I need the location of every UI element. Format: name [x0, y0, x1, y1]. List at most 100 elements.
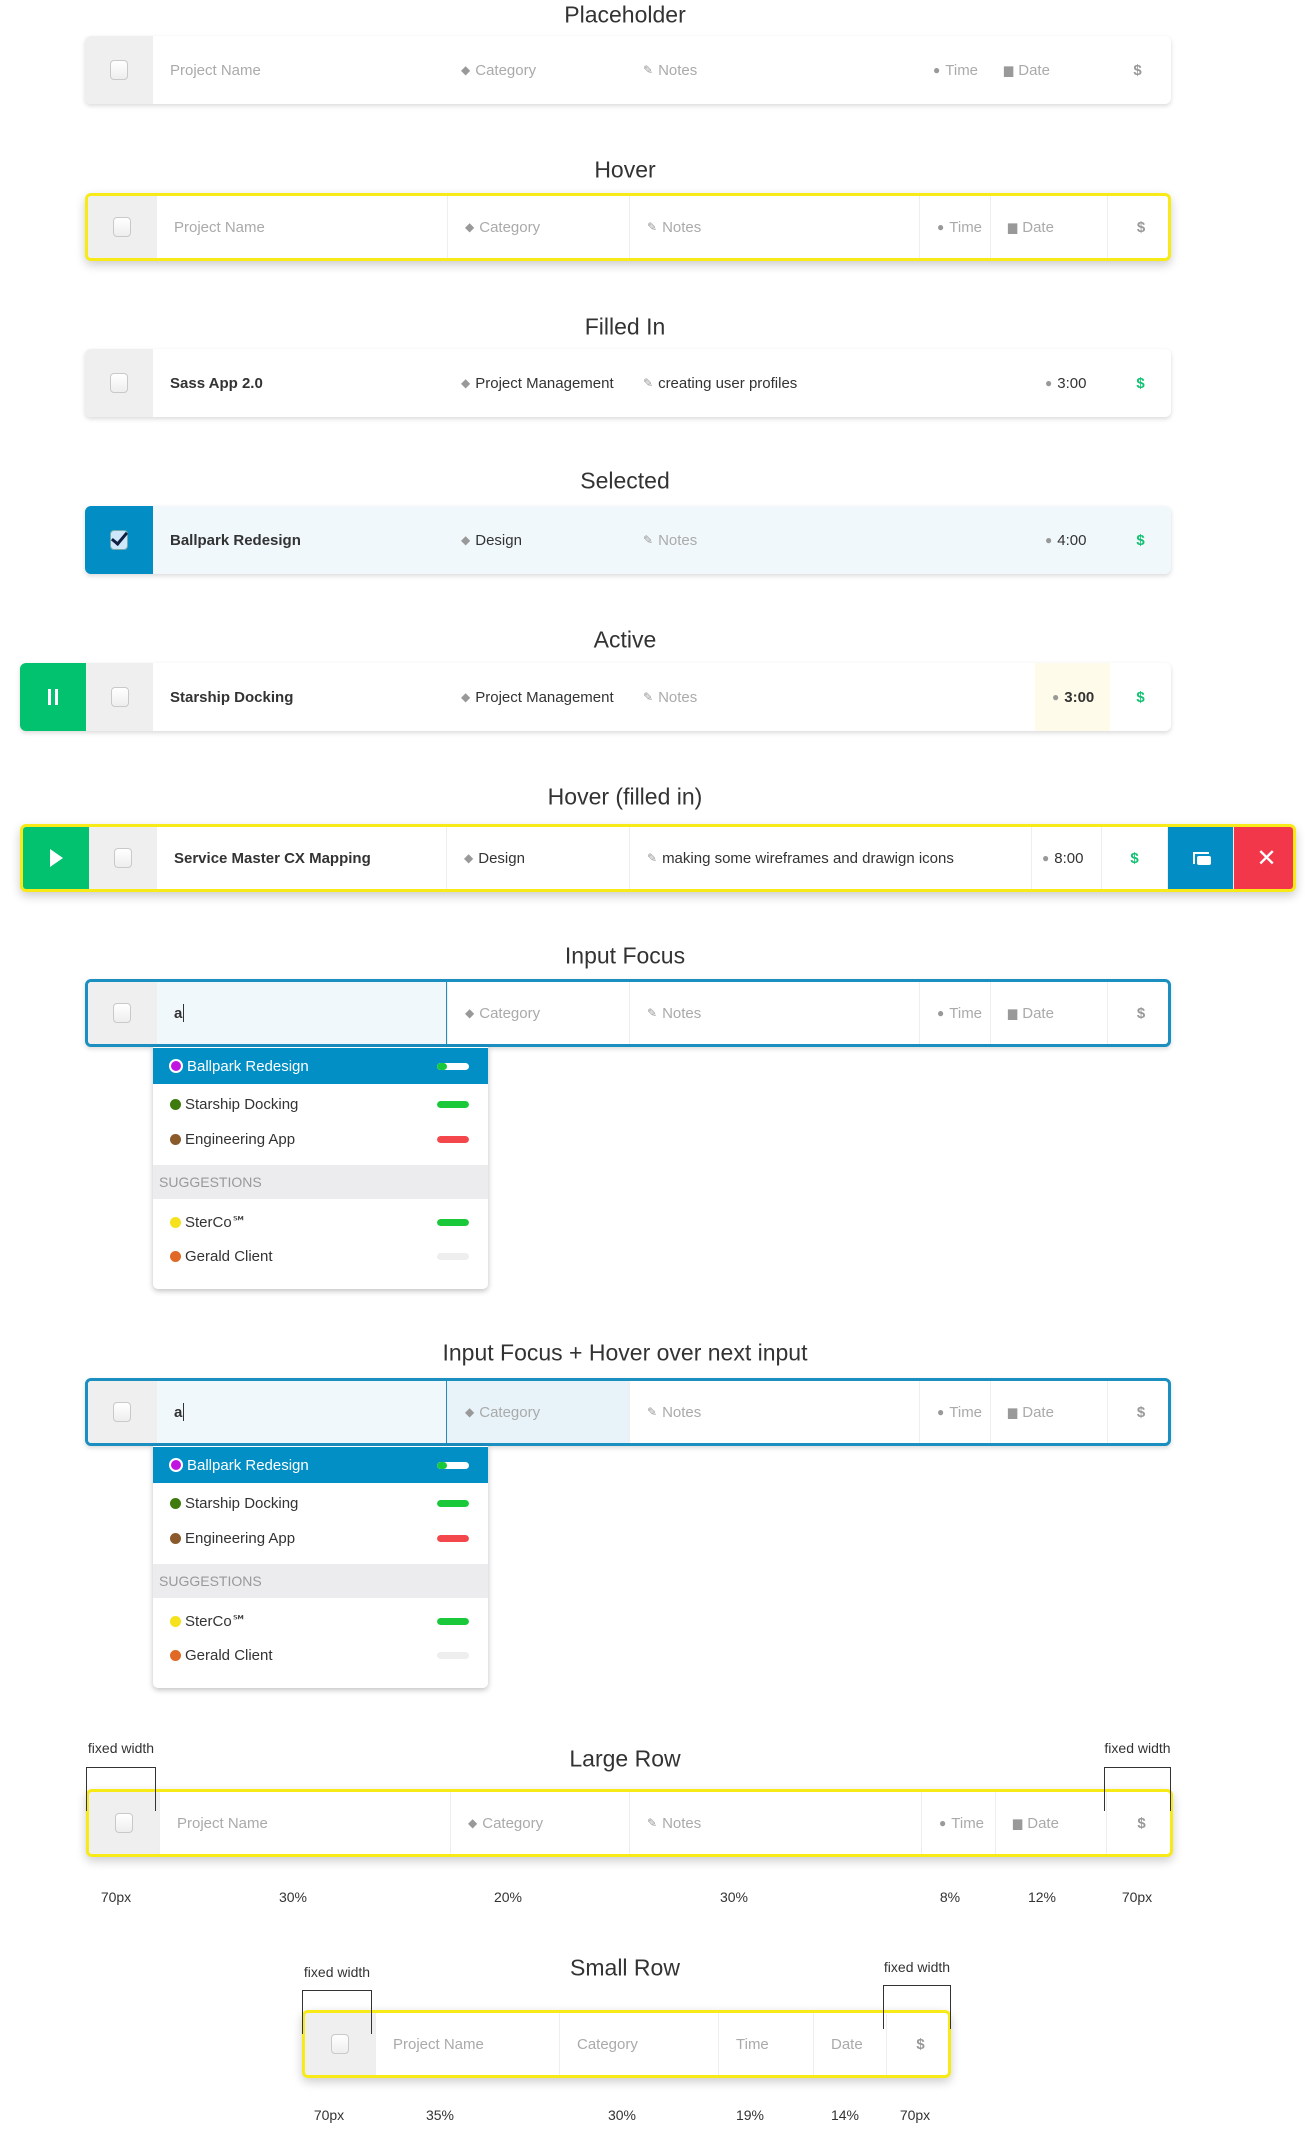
project-color-dot: [170, 1532, 181, 1544]
category-field[interactable]: ◆ Category: [450, 1792, 629, 1854]
category-field[interactable]: ◆ Design: [444, 506, 626, 574]
money-field[interactable]: $: [1107, 196, 1168, 258]
date-field[interactable]: Date: [813, 2013, 886, 2075]
notes-text: Notes: [662, 1403, 702, 1421]
checkbox-cell[interactable]: [86, 663, 153, 731]
option-label: SterCo℠: [185, 1613, 247, 1630]
time-field[interactable]: ● Time: [921, 1792, 995, 1854]
checkbox-cell[interactable]: [88, 1381, 156, 1443]
notes-field[interactable]: ✎ Notes: [626, 36, 916, 104]
checkbox[interactable]: [115, 1813, 133, 1833]
notes-field[interactable]: ✎ making some wireframes and drawign icon…: [629, 827, 1031, 889]
money-field[interactable]: $: [1104, 36, 1171, 104]
time-text: Time: [736, 2035, 769, 2053]
checkbox-cell[interactable]: [88, 982, 156, 1044]
notes-field[interactable]: ✎ Notes: [629, 982, 919, 1044]
name-field[interactable]: Starship Docking: [153, 663, 444, 731]
delete-button[interactable]: ✕: [1233, 827, 1293, 889]
category-field[interactable]: Category: [559, 2013, 718, 2075]
notes-field[interactable]: ✎ Notes: [629, 1381, 919, 1443]
time-field[interactable]: ● Time: [916, 36, 987, 104]
notes-field[interactable]: ✎ creating user profiles: [626, 349, 1035, 417]
name-field[interactable]: Sass App 2.0: [153, 349, 444, 417]
money-field[interactable]: $: [1110, 506, 1171, 574]
checkbox[interactable]: [113, 1402, 131, 1422]
time-field[interactable]: Time: [718, 2013, 813, 2075]
checkbox[interactable]: [113, 1003, 131, 1023]
time-field[interactable]: ● 8:00: [1031, 827, 1101, 889]
dropdown-option[interactable]: Gerald Client: [153, 1637, 488, 1673]
money-field[interactable]: $: [1107, 1381, 1168, 1443]
money-field[interactable]: $: [1101, 827, 1167, 889]
money-field[interactable]: $: [1107, 982, 1168, 1044]
notes-field[interactable]: ✎ Notes: [629, 1792, 921, 1854]
notes-field[interactable]: ✎ Notes: [629, 196, 919, 258]
dropdown-option[interactable]: Engineering App: [153, 1520, 488, 1556]
time-text: 3:00: [1057, 374, 1087, 392]
category-field[interactable]: ◆ Design: [446, 827, 629, 889]
dropdown-option[interactable]: Ballpark Redesign: [153, 1048, 488, 1084]
time-field[interactable]: ● 3:00: [1035, 349, 1110, 417]
time-field[interactable]: ● Time: [919, 1381, 990, 1443]
dropdown-option[interactable]: Starship Docking: [153, 1086, 488, 1122]
dropdown-option[interactable]: SterCo℠: [153, 1603, 488, 1639]
checkbox[interactable]: [114, 848, 132, 868]
calendar-icon: ▆: [1013, 1816, 1023, 1830]
name-field[interactable]: a: [156, 982, 447, 1044]
name-field[interactable]: Project Name: [159, 1792, 450, 1854]
checkbox-cell[interactable]: [88, 196, 156, 258]
name-field[interactable]: Ballpark Redesign: [153, 506, 444, 574]
category-field[interactable]: ◆ Category: [447, 1381, 629, 1443]
checkbox[interactable]: [110, 530, 128, 550]
money-field[interactable]: $: [1110, 663, 1171, 731]
category-field[interactable]: ◆ Project Management: [444, 663, 626, 731]
pencil-icon: ✎: [647, 1006, 658, 1020]
dropdown-option[interactable]: Gerald Client: [153, 1238, 488, 1274]
time-field[interactable]: ● Time: [919, 196, 990, 258]
date-field[interactable]: ▆ Date: [995, 1792, 1106, 1854]
date-field[interactable]: ▆ Date: [990, 982, 1107, 1044]
time-field[interactable]: ● 3:00: [1035, 663, 1110, 731]
pencil-icon: ✎: [647, 1816, 658, 1830]
name-field[interactable]: Project Name: [153, 36, 444, 104]
name-field[interactable]: Project Name: [156, 196, 447, 258]
column-width-label: 19%: [735, 2107, 765, 2123]
date-field[interactable]: ▆ Date: [987, 36, 1104, 104]
time-field[interactable]: ● Time: [919, 982, 990, 1044]
name-field[interactable]: a: [156, 1381, 447, 1443]
date-field[interactable]: ▆ Date: [990, 1381, 1107, 1443]
notes-text: making some wireframes and drawign icons: [662, 849, 954, 867]
duplicate-button[interactable]: [1167, 827, 1233, 889]
checkbox-cell[interactable]: [85, 349, 153, 417]
dropdown-option[interactable]: Engineering App: [153, 1121, 488, 1157]
name-field[interactable]: Service Master CX Mapping: [156, 827, 446, 889]
name-field[interactable]: Project Name: [375, 2013, 559, 2075]
category-field[interactable]: ◆ Category: [447, 982, 629, 1044]
date-text: Date: [1018, 61, 1050, 79]
category-field[interactable]: ◆ Category: [447, 196, 629, 258]
category-field[interactable]: ◆ Category: [444, 36, 626, 104]
tag-icon: ◆: [465, 220, 475, 234]
time-field[interactable]: ● 4:00: [1035, 506, 1110, 574]
checkbox[interactable]: [331, 2034, 349, 2054]
time-text: 3:00: [1064, 688, 1095, 706]
notes-field[interactable]: ✎ Notes: [626, 506, 1035, 574]
checkbox[interactable]: [110, 60, 128, 80]
checkbox[interactable]: [110, 687, 129, 707]
checkbox-cell[interactable]: [85, 506, 153, 574]
pause-button[interactable]: [20, 663, 86, 731]
time-text: 8:00: [1054, 849, 1084, 867]
money-field[interactable]: $: [1110, 349, 1171, 417]
checkbox[interactable]: [110, 373, 128, 393]
date-field[interactable]: ▆ Date: [990, 196, 1107, 258]
play-button[interactable]: [23, 827, 89, 889]
category-text: Category: [475, 61, 537, 79]
dropdown-option[interactable]: Ballpark Redesign: [153, 1447, 488, 1483]
checkbox-cell[interactable]: [85, 36, 153, 104]
checkbox[interactable]: [113, 217, 131, 237]
notes-field[interactable]: ✎ Notes: [626, 663, 1035, 731]
category-field[interactable]: ◆ Project Management: [444, 349, 626, 417]
dropdown-option[interactable]: SterCo℠: [153, 1204, 488, 1240]
checkbox-cell[interactable]: [89, 827, 156, 889]
dropdown-option[interactable]: Starship Docking: [153, 1485, 488, 1521]
